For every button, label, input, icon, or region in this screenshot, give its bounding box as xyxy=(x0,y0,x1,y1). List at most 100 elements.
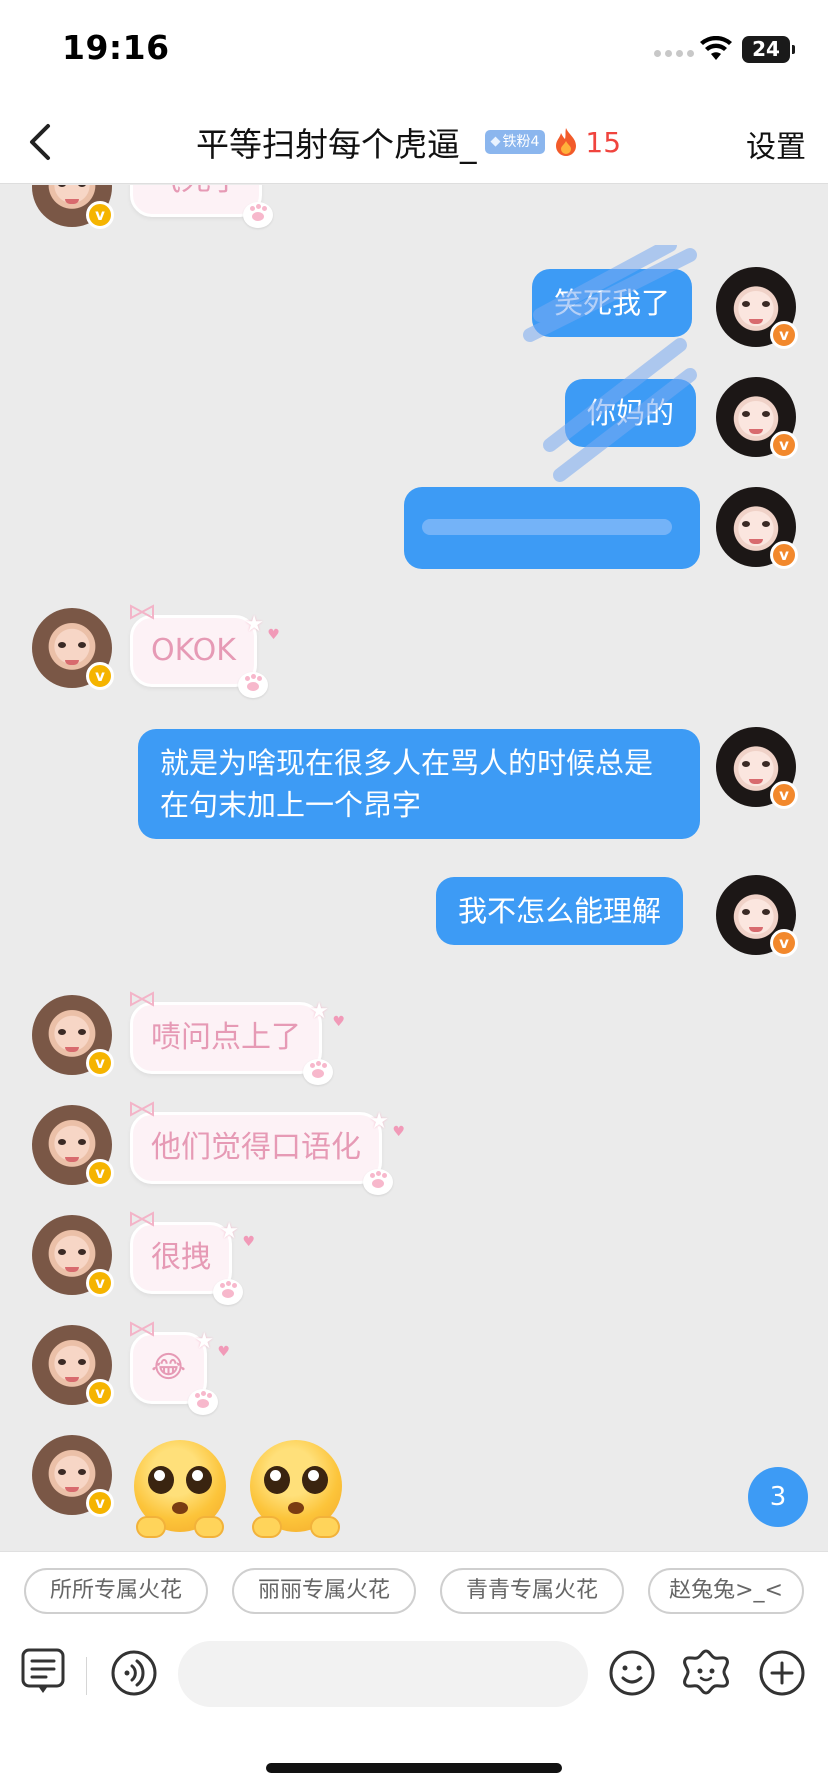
quick-reply-chip[interactable]: 赵兔兔>_< xyxy=(648,1568,804,1614)
verified-badge-icon: v xyxy=(86,1489,114,1517)
chat-title: 平等扫射每个虎逼_ xyxy=(196,125,477,164)
star-decoration-icon: ★ xyxy=(309,999,329,1024)
message-bubble-sent[interactable]: 我不怎么能理解 xyxy=(436,877,684,945)
paw-decoration-icon xyxy=(243,202,273,228)
verified-badge-icon: v xyxy=(86,662,114,690)
message-text: 你妈的 xyxy=(587,396,675,430)
sticker-icon[interactable] xyxy=(680,1647,732,1697)
quick-reply-chip[interactable]: 青青专属火花 xyxy=(440,1568,624,1614)
message-text: 很拽 xyxy=(151,1240,211,1275)
heart-decoration-icon: ♥ xyxy=(392,1124,405,1140)
battery-indicator: 24 xyxy=(742,36,795,63)
my-avatar[interactable]: v xyxy=(716,377,798,459)
contact-avatar[interactable]: v xyxy=(32,608,114,690)
message-bubble-received[interactable]: ★ ♥ OKOK xyxy=(130,604,280,698)
message-text: 笑死我了 xyxy=(554,286,671,320)
smiley-icon[interactable] xyxy=(608,1649,656,1697)
spark-count: 15 xyxy=(585,125,622,159)
star-decoration-icon: ★ xyxy=(219,1219,239,1244)
star-decoration-icon: ★ xyxy=(194,1329,215,1354)
contact-avatar[interactable]: v xyxy=(32,1435,114,1517)
verified-badge-icon: v xyxy=(770,431,798,459)
chat-header: 平等扫射每个虎逼_ ◆ 铁粉4 15 设置 xyxy=(0,100,828,184)
message-bubble-sent[interactable]: 笑死我了 xyxy=(532,269,693,337)
bow-decoration-icon xyxy=(130,1211,154,1227)
verified-badge-icon: v xyxy=(86,1049,114,1077)
message-bubble-sent[interactable]: 你妈的 xyxy=(565,379,697,447)
paw-decoration-icon xyxy=(363,1169,393,1195)
verified-badge-icon: v xyxy=(86,201,114,229)
chat-message-list[interactable]: v 气死了 笑死我了 v 你妈的 v v v ★ ♥ OKOK 就是为啥 xyxy=(0,185,828,1551)
status-time: 19:16 xyxy=(62,28,170,67)
my-avatar[interactable]: v xyxy=(716,267,798,349)
wifi-icon xyxy=(700,36,732,60)
verified-badge-icon: v xyxy=(770,781,798,809)
cellular-signal-icon xyxy=(654,50,694,57)
message-bubble-sent[interactable]: 就是为啥现在很多人在骂人的时候总是在句末加上一个昂字 xyxy=(138,729,700,839)
message-input[interactable] xyxy=(178,1641,588,1707)
plus-circle-icon[interactable] xyxy=(758,1649,806,1697)
bow-decoration-icon xyxy=(130,1321,154,1337)
quick-reply-chip[interactable]: 所所专属火花 xyxy=(24,1568,208,1614)
star-decoration-icon: ★ xyxy=(244,612,264,637)
my-avatar[interactable]: v xyxy=(716,487,798,569)
message-bubble-received[interactable]: 气死了 xyxy=(130,185,273,228)
verified-badge-icon: v xyxy=(86,1159,114,1187)
status-bar: 19:16 24 xyxy=(0,0,828,100)
message-text: 啧问点上了 xyxy=(151,1020,301,1055)
home-indicator[interactable] xyxy=(266,1763,562,1773)
star-decoration-icon: ★ xyxy=(369,1109,389,1134)
message-bubble-sent[interactable] xyxy=(404,487,700,569)
paw-decoration-icon xyxy=(188,1389,219,1415)
message-text: OKOK xyxy=(151,633,236,668)
contact-avatar[interactable]: v xyxy=(32,1325,114,1407)
bow-decoration-icon xyxy=(130,991,154,1007)
unread-count-badge[interactable]: 3 xyxy=(748,1467,808,1527)
input-toolbar xyxy=(0,1627,828,1792)
heart-decoration-icon: ♥ xyxy=(242,1234,255,1250)
verified-badge-icon: v xyxy=(770,929,798,957)
contact-avatar[interactable]: v xyxy=(32,1215,114,1297)
diamond-icon: ◆ xyxy=(490,134,501,149)
message-bubble-received[interactable]: ★ ♥ 😂 xyxy=(130,1321,230,1415)
paw-decoration-icon xyxy=(213,1279,243,1305)
pleading-face-emoji-icon[interactable] xyxy=(250,1440,342,1538)
fire-icon xyxy=(556,128,577,156)
paw-decoration-icon xyxy=(237,672,268,698)
quick-reply-chip[interactable]: 丽丽专属火花 xyxy=(232,1568,416,1614)
contact-avatar[interactable]: v xyxy=(32,1105,114,1187)
verified-badge-icon: v xyxy=(770,321,798,349)
settings-button[interactable]: 设置 xyxy=(746,122,806,166)
fan-level-badge: ◆ 铁粉4 xyxy=(484,130,546,154)
contact-avatar[interactable]: v xyxy=(32,185,114,229)
my-avatar[interactable]: v xyxy=(716,727,798,809)
message-text: 😂 xyxy=(151,1350,187,1385)
my-avatar[interactable]: v xyxy=(716,875,798,957)
heart-decoration-icon: ♥ xyxy=(217,1344,231,1360)
message-bubble-received[interactable]: ★ ♥ 啧问点上了 xyxy=(130,991,345,1085)
notes-icon[interactable] xyxy=(20,1647,66,1695)
message-text: 气死了 xyxy=(151,185,241,198)
fan-badge-label: 铁粉4 xyxy=(502,134,540,150)
voice-icon[interactable] xyxy=(110,1649,158,1697)
message-text: 就是为啥现在很多人在骂人的时候总是在句末加上一个昂字 xyxy=(160,746,654,822)
message-bubble-received[interactable]: ★ ♥ 他们觉得口语化 xyxy=(130,1101,405,1195)
message-bubble-received[interactable]: ★ ♥ 很拽 xyxy=(130,1211,255,1305)
heart-decoration-icon: ♥ xyxy=(332,1014,345,1030)
verified-badge-icon: v xyxy=(86,1269,114,1297)
chat-title-group[interactable]: 平等扫射每个虎逼_ ◆ 铁粉4 15 xyxy=(196,114,621,170)
toolbar-divider xyxy=(86,1657,87,1695)
message-text: 我不怎么能理解 xyxy=(458,894,662,928)
bow-decoration-icon xyxy=(130,1101,154,1117)
quick-reply-bar: 所所专属火花 丽丽专属火花 青青专属火花 赵兔兔>_< xyxy=(0,1551,828,1627)
back-button[interactable] xyxy=(18,118,66,166)
heart-decoration-icon: ♥ xyxy=(267,627,280,643)
blurred-text-redaction xyxy=(422,519,672,535)
paw-decoration-icon xyxy=(303,1059,333,1085)
contact-avatar[interactable]: v xyxy=(32,995,114,1077)
message-text: 他们觉得口语化 xyxy=(151,1130,361,1165)
pleading-face-emoji-icon[interactable] xyxy=(134,1440,226,1538)
bow-decoration-icon xyxy=(130,604,154,620)
verified-badge-icon: v xyxy=(86,1379,114,1407)
verified-badge-icon: v xyxy=(770,541,798,569)
